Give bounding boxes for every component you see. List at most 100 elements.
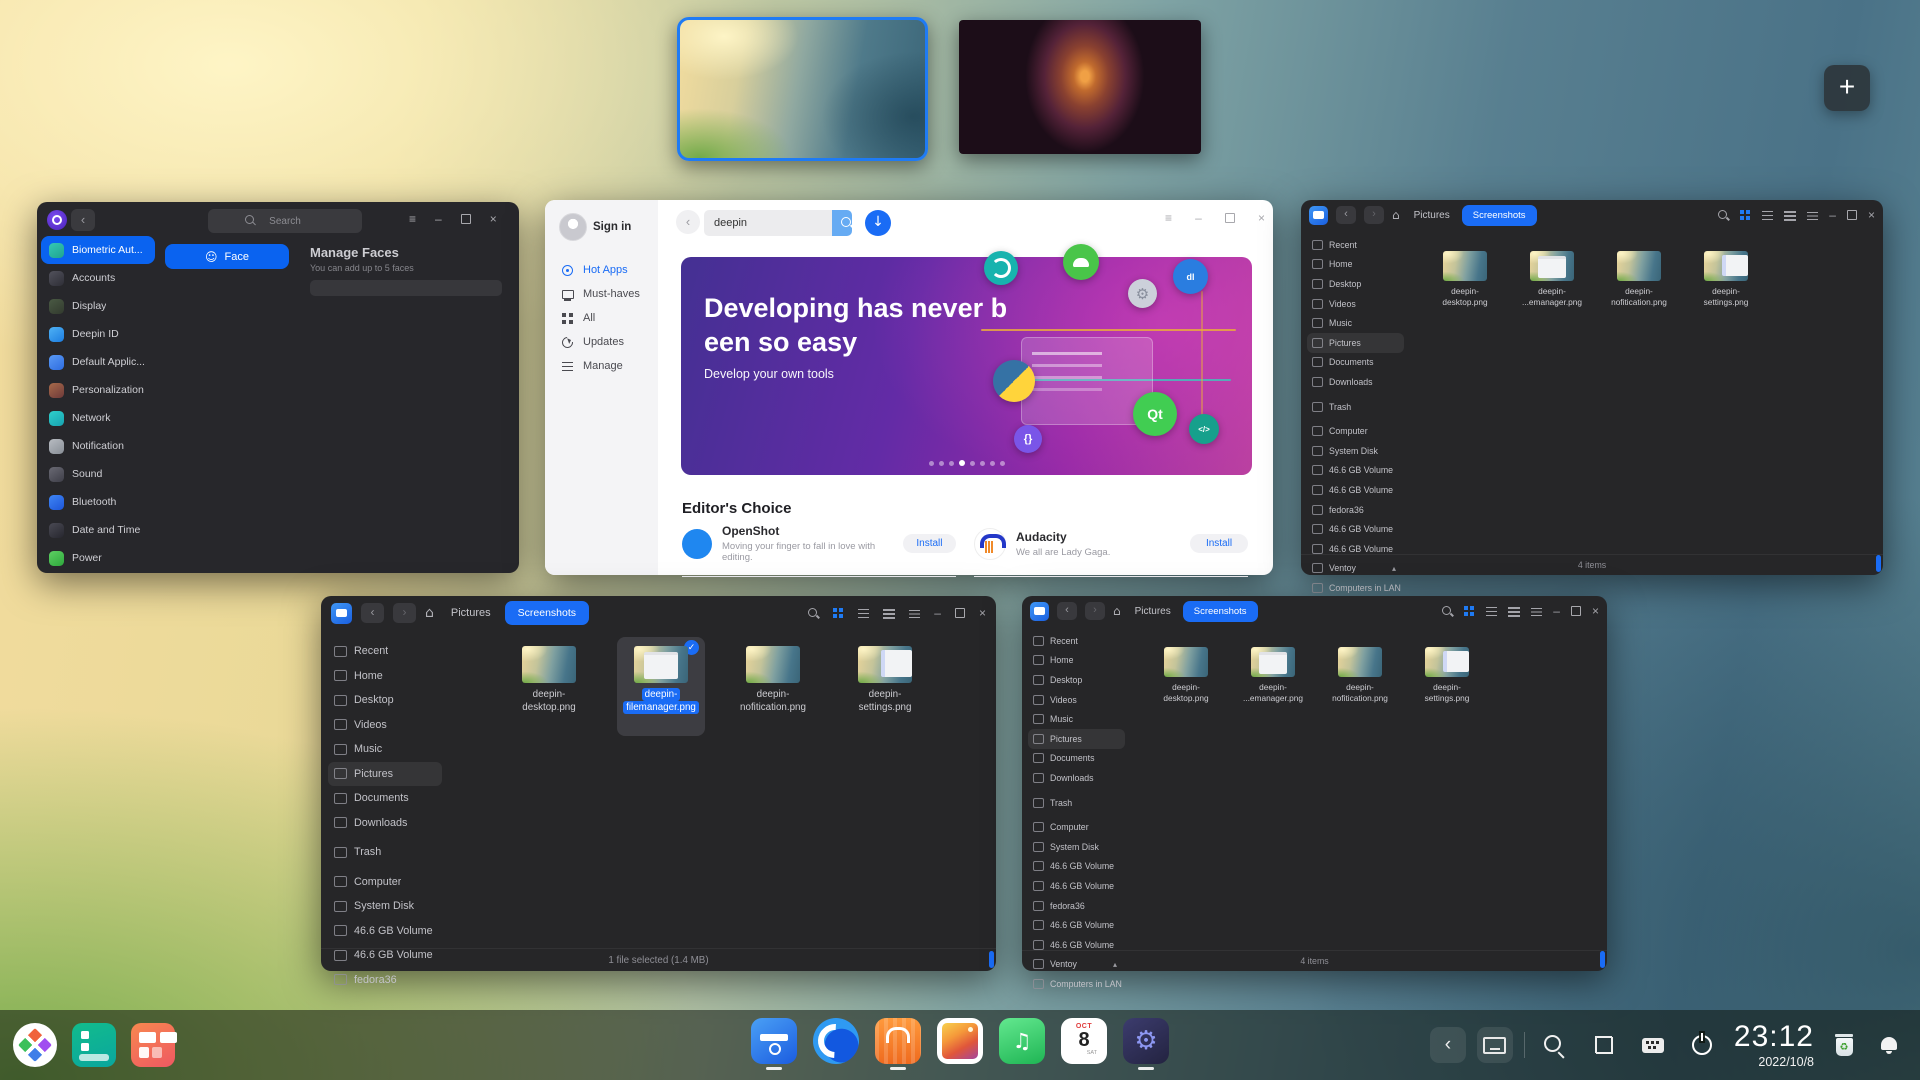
calendar[interactable]: OCT 8 SAT — [1061, 1018, 1107, 1064]
sidebar-item[interactable]: Recent — [1028, 631, 1125, 651]
file-tile[interactable]: ✓ deepin-settings.png — [1691, 244, 1761, 323]
tab-screenshots[interactable]: Screenshots — [1462, 205, 1537, 226]
sidebar-item[interactable]: 46.6 GB Volume — [328, 919, 442, 944]
app-store-nav-item[interactable]: Manage — [545, 354, 658, 378]
clock[interactable]: 23:12 2022/10/8 — [1734, 1022, 1814, 1069]
search-icon[interactable] — [808, 608, 819, 619]
file-tile[interactable]: ✓ deepin-...emanager.png — [1517, 244, 1587, 323]
sign-in-link[interactable]: Sign in — [593, 221, 631, 233]
pagination-dot[interactable] — [949, 461, 954, 466]
settings-sidebar-item[interactable]: Bluetooth — [41, 488, 155, 516]
settings-sidebar-item[interactable]: Date and Time — [41, 516, 155, 544]
sort-mode-icon[interactable] — [1784, 210, 1796, 221]
sidebar-item[interactable]: 46.6 GB Volume — [1307, 480, 1404, 500]
app-store[interactable] — [875, 1018, 921, 1064]
sidebar-item[interactable]: fedora36 — [328, 968, 442, 993]
maximize-button[interactable] — [1847, 210, 1857, 220]
close-button[interactable]: × — [1258, 212, 1265, 224]
notification-bell-icon[interactable] — [1872, 1026, 1906, 1064]
settings-sidebar-item[interactable]: Notification — [41, 432, 155, 460]
back-button[interactable]: ‹ — [1336, 206, 1356, 224]
install-button[interactable]: Install — [903, 534, 956, 553]
control-center-window[interactable]: ‹ ≡ – × Biometric Aut... Accounts — [37, 202, 519, 573]
file-tile[interactable]: ✓ deepin-filemanager.png — [617, 637, 705, 736]
screenshot-icon[interactable] — [1585, 1026, 1623, 1064]
tab-screenshots[interactable]: Screenshots — [1183, 601, 1258, 622]
file-tile[interactable]: ✓ deepin-desktop.png — [505, 637, 593, 736]
app-store-window[interactable]: Sign in Hot Apps Must-haves All — [545, 200, 1273, 575]
list-view-icon[interactable] — [858, 608, 869, 619]
sidebar-item[interactable]: Trash — [1307, 397, 1404, 417]
titlebar[interactable]: ‹ ≡ – × — [37, 202, 519, 238]
settings-sidebar-item[interactable]: Biometric Aut... — [41, 236, 155, 264]
input-method-icon[interactable] — [1477, 1027, 1513, 1063]
close-button[interactable]: × — [490, 213, 497, 225]
sidebar-item[interactable]: Music — [328, 737, 442, 762]
sort-mode-icon[interactable] — [1508, 606, 1520, 617]
settings-sidebar-item[interactable]: Accounts — [41, 264, 155, 292]
tab-screenshots[interactable]: Screenshots — [505, 601, 589, 625]
settings-sidebar-item[interactable]: Default Applic... — [41, 348, 155, 376]
sidebar-item[interactable]: Videos — [1028, 690, 1125, 710]
sidebar-item[interactable]: Desktop — [1307, 274, 1404, 294]
breadcrumb[interactable]: Pictures — [1414, 210, 1450, 221]
sidebar-item[interactable]: fedora36 — [1307, 500, 1404, 520]
minimize-button[interactable]: – — [435, 213, 442, 225]
sidebar-item[interactable]: Documents — [1307, 353, 1404, 373]
workspace-thumbnail-active[interactable] — [677, 17, 928, 161]
home-icon[interactable]: ⌂ — [425, 605, 434, 621]
pagination-dot[interactable] — [980, 461, 985, 466]
file-tile[interactable]: ✓ deepin-desktop.png — [1430, 244, 1500, 323]
file-manager-window-top[interactable]: ‹ › ⌂ Pictures Screenshots – × Recent — [1301, 200, 1883, 575]
sidebar-item[interactable]: Desktop — [328, 688, 442, 713]
music[interactable] — [999, 1018, 1045, 1064]
collapse-tray-button[interactable]: ‹ — [1430, 1027, 1466, 1063]
file-tile[interactable]: ✓ deepin-settings.png — [1412, 640, 1482, 719]
file-manager-window-left[interactable]: ‹ › ⌂ Pictures Screenshots – × Recent — [321, 596, 996, 971]
power-icon[interactable] — [1683, 1026, 1721, 1064]
back-button[interactable]: ‹ — [1057, 602, 1077, 620]
close-button[interactable]: × — [1592, 605, 1599, 617]
menu-icon[interactable]: ≡ — [1165, 212, 1172, 224]
sidebar-item[interactable]: fedora36 — [1028, 896, 1125, 916]
forward-button[interactable]: › — [393, 603, 416, 623]
forward-button[interactable]: › — [1085, 602, 1105, 620]
sidebar-item[interactable]: 46.6 GB Volume — [1028, 876, 1125, 896]
sidebar-item[interactable]: Documents — [1028, 749, 1125, 769]
search-input[interactable] — [704, 210, 832, 236]
search-button[interactable] — [832, 210, 852, 236]
trash-icon[interactable] — [1827, 1026, 1861, 1064]
back-button[interactable]: ‹ — [71, 209, 95, 231]
settings-sidebar-item[interactable]: Display — [41, 292, 155, 320]
sort-mode-icon[interactable] — [883, 608, 895, 619]
settings-sidebar-item[interactable]: Network — [41, 404, 155, 432]
close-button[interactable]: × — [1868, 209, 1875, 221]
sidebar-item[interactable]: Pictures — [1307, 333, 1404, 353]
settings-sidebar-item[interactable]: Personalization — [41, 376, 155, 404]
pagination-dot[interactable] — [970, 461, 975, 466]
maximize-button[interactable] — [1571, 606, 1581, 616]
download-manager-icon[interactable]: ↓ — [865, 210, 891, 236]
settings-sidebar-item[interactable]: Deepin ID — [41, 320, 155, 348]
file-manager[interactable] — [751, 1018, 797, 1064]
search-icon[interactable] — [1718, 210, 1729, 221]
search-icon[interactable] — [1536, 1026, 1574, 1064]
sidebar-item[interactable]: Recent — [1307, 235, 1404, 255]
minimize-button[interactable]: – — [1553, 605, 1560, 617]
pagination-dot[interactable] — [939, 461, 944, 466]
minimize-button[interactable]: – — [934, 607, 941, 619]
back-button[interactable]: ‹ — [361, 603, 384, 623]
sidebar-item[interactable]: Computers in LAN — [1028, 974, 1125, 994]
file-tile[interactable]: ✓ deepin-nofitication.png — [729, 637, 817, 736]
search-input[interactable] — [208, 209, 362, 233]
sidebar-item[interactable]: Music — [1028, 709, 1125, 729]
file-tile[interactable]: ✓ deepin-nofitication.png — [1604, 244, 1674, 323]
menu-icon[interactable]: ≡ — [409, 213, 416, 225]
titlebar[interactable]: ‹ › ⌂ Pictures Screenshots – × — [321, 596, 996, 630]
sidebar-item[interactable]: Computers in LAN — [1307, 578, 1404, 598]
app-store-nav-item[interactable]: All — [545, 306, 658, 330]
list-view-icon[interactable] — [1486, 606, 1497, 617]
sidebar-item[interactable]: System Disk — [1028, 837, 1125, 857]
pagination-dot[interactable] — [929, 461, 934, 466]
pagination-dot[interactable] — [959, 460, 965, 466]
